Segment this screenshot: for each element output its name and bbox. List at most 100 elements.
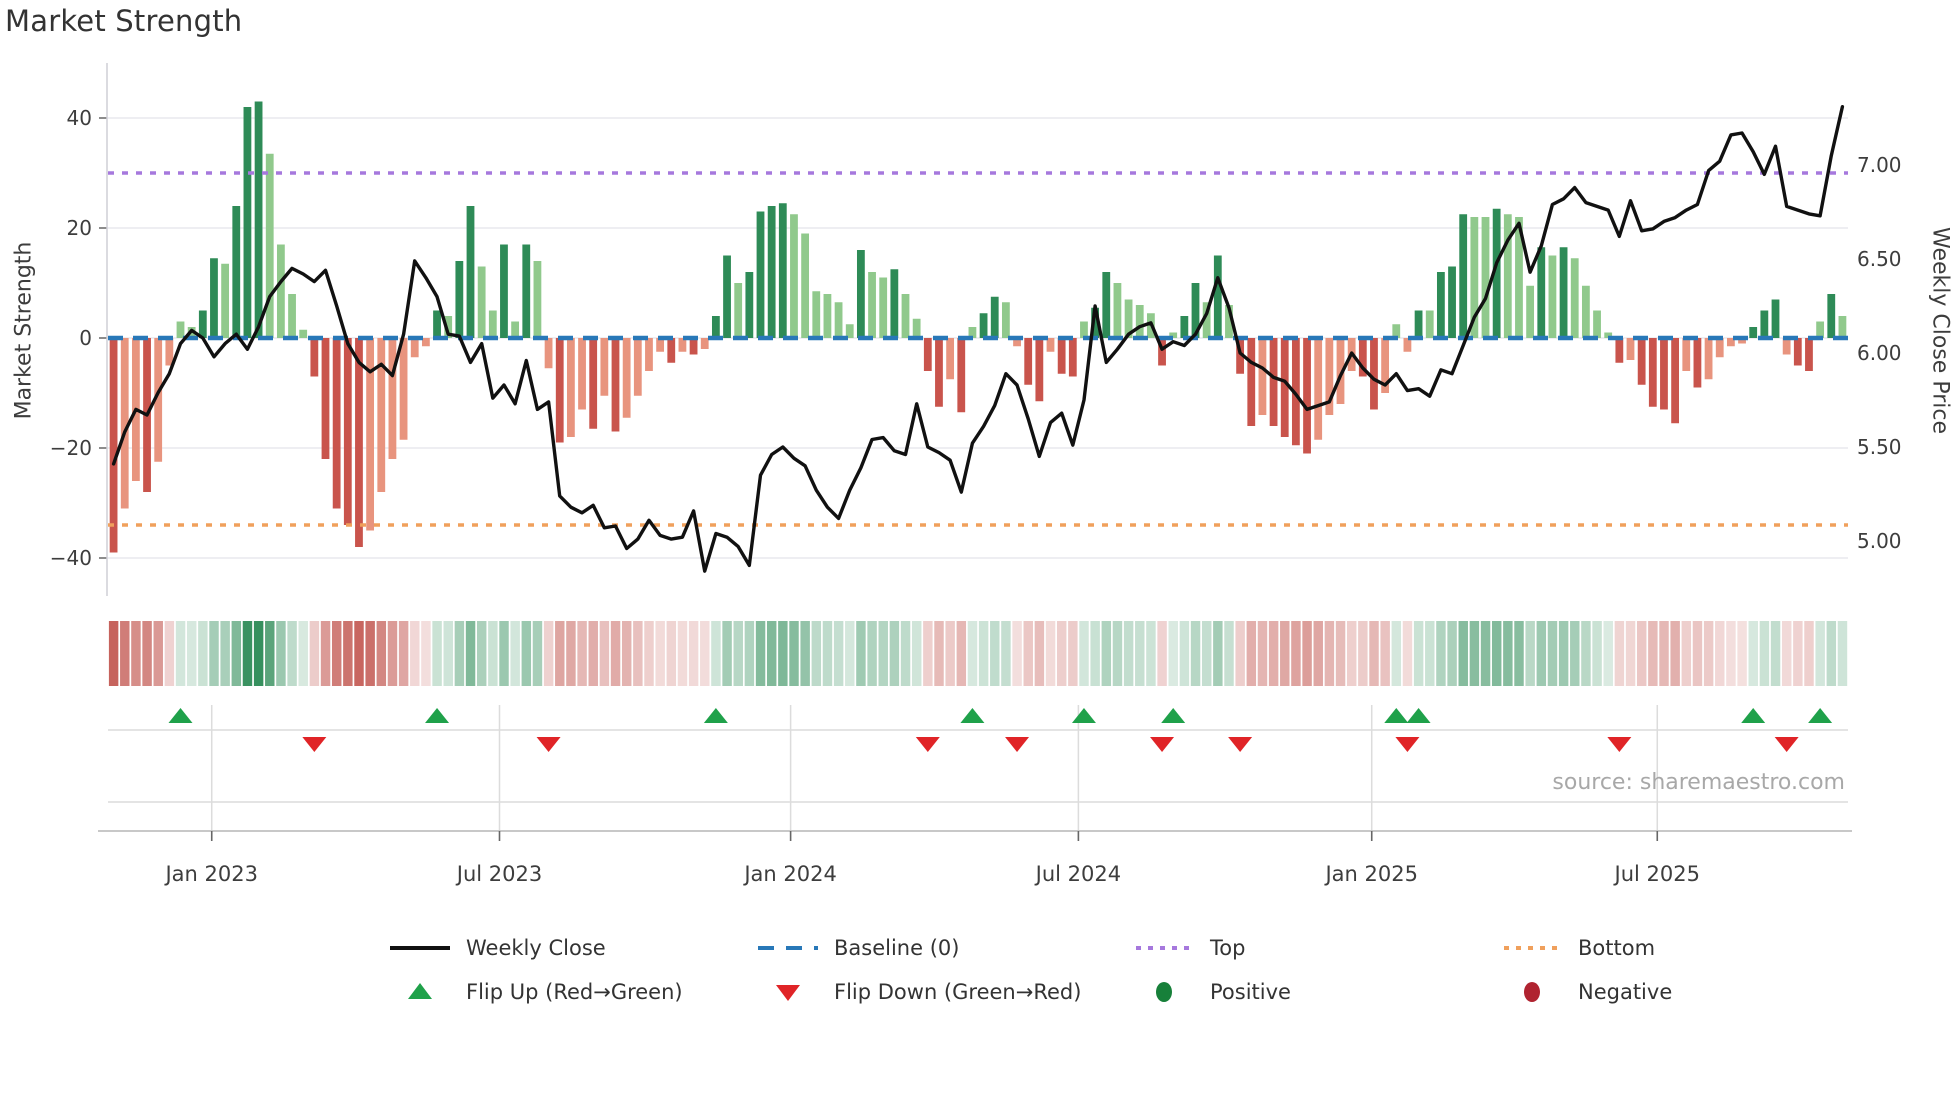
heatmap-cell [1603, 621, 1613, 686]
heatmap-cell [811, 621, 822, 686]
negative-bar [421, 338, 430, 347]
negative-bar [1682, 338, 1691, 371]
negative-bar [1648, 338, 1657, 407]
negative-bar [377, 338, 386, 492]
positive-bar [533, 261, 542, 338]
heatmap-cell [1335, 621, 1346, 686]
heatmap-cell [1023, 621, 1033, 686]
heatmap-cell [1135, 621, 1145, 686]
heatmap-cell [1402, 621, 1413, 686]
heatmap-cell [1034, 621, 1045, 686]
heatmap-cell [878, 621, 888, 686]
positive-bar [1593, 310, 1601, 338]
heatmap-cell [577, 621, 587, 686]
dots-orange-icon [1504, 946, 1560, 950]
heatmap-cell [1168, 621, 1178, 686]
y-tick-label-left: 0 [79, 326, 92, 350]
negative-bar [332, 338, 341, 509]
heatmap-cell [186, 621, 197, 686]
heatmap-cell [1112, 621, 1123, 686]
positive-bar [745, 272, 754, 338]
legend-item: Negative [1500, 977, 1672, 1007]
heatmap-cell [923, 621, 933, 686]
heatmap-cell [387, 621, 398, 686]
heatmap-cell [1201, 621, 1212, 686]
heatmap-cell [309, 621, 320, 686]
heatmap-cell [331, 621, 342, 686]
heatmap-cell [778, 621, 788, 686]
negative-bar [578, 338, 586, 410]
negative-bar [946, 338, 955, 380]
heatmap-cell [476, 621, 487, 686]
heatmap-cell [1224, 621, 1234, 686]
positive-bar [288, 294, 296, 338]
heatmap-cell [276, 621, 286, 686]
legend-label: Top [1210, 936, 1246, 960]
heatmap-cell [722, 621, 732, 686]
flip-up-marker [168, 708, 193, 723]
heatmap-cell [532, 621, 543, 686]
positive-bar [466, 206, 475, 338]
heatmap-cell [365, 621, 375, 686]
negative-bar [544, 338, 553, 369]
x-tick-label: Jan 2023 [163, 862, 258, 886]
negative-bar [1693, 338, 1702, 388]
heatmap-cell [1213, 621, 1223, 686]
positive-bar [1827, 294, 1836, 338]
positive-bar [868, 272, 876, 338]
negative-bar [1035, 338, 1044, 402]
negative-bar [600, 338, 609, 396]
heatmap-cell [644, 621, 654, 686]
positive-bar [1503, 214, 1512, 338]
heatmap-cell [432, 621, 442, 686]
circle-green-icon [1156, 982, 1172, 1002]
negative-bar [1269, 338, 1278, 426]
y-tick-label-right: 5.00 [1857, 529, 1902, 553]
heatmap-cell [242, 621, 253, 686]
heatmap-cell [1737, 621, 1747, 686]
heatmap-cell [1413, 621, 1424, 686]
positive-bar [711, 316, 720, 338]
negative-bar [399, 338, 408, 440]
x-tick-label: Jan 2025 [1323, 862, 1418, 886]
heatmap-cell [1681, 621, 1692, 686]
positive-bar [890, 269, 899, 338]
positive-bar [1548, 255, 1557, 338]
heatmap-cell [655, 621, 665, 686]
heatmap-cell [1012, 621, 1022, 686]
dashes-blue-icon [758, 946, 818, 950]
heatmap-cell [108, 621, 119, 686]
heatmap-cell [454, 621, 465, 686]
negative-bar [622, 338, 631, 418]
heatmap-cell [833, 621, 844, 686]
chart-figure: Market Strength Market Strength Weekly C… [0, 0, 1960, 1102]
heatmap-cell [1703, 621, 1714, 686]
flip-down-marker [1774, 737, 1799, 752]
heatmap-cell [1625, 621, 1636, 686]
heatmap-cell [1090, 621, 1100, 686]
negative-bar [589, 338, 598, 429]
heatmap-cell [521, 621, 532, 686]
positive-bar [488, 310, 497, 338]
flip-up-marker [960, 708, 985, 723]
heatmap-cell [231, 621, 242, 686]
negative-bar [645, 338, 653, 371]
heatmap-cell [1358, 621, 1368, 686]
negative-bar [1805, 338, 1813, 371]
heatmap-cell [1346, 621, 1357, 686]
negative-bar [1303, 338, 1311, 454]
negative-bar [410, 338, 419, 358]
negative-bar [1793, 338, 1802, 366]
heatmap-cell [1715, 621, 1725, 686]
negative-bar [566, 338, 575, 437]
heatmap-cell [945, 621, 955, 686]
positive-bar [1135, 305, 1144, 338]
heatmap-cell [1436, 621, 1446, 686]
heatmap-cell [1648, 621, 1658, 686]
positive-bar [1838, 316, 1847, 338]
heatmap-cell [755, 621, 766, 686]
legend-label: Baseline (0) [834, 936, 960, 960]
positive-bar [856, 250, 865, 338]
heatmap-cell [633, 621, 643, 686]
heatmap-cell [1614, 621, 1625, 686]
